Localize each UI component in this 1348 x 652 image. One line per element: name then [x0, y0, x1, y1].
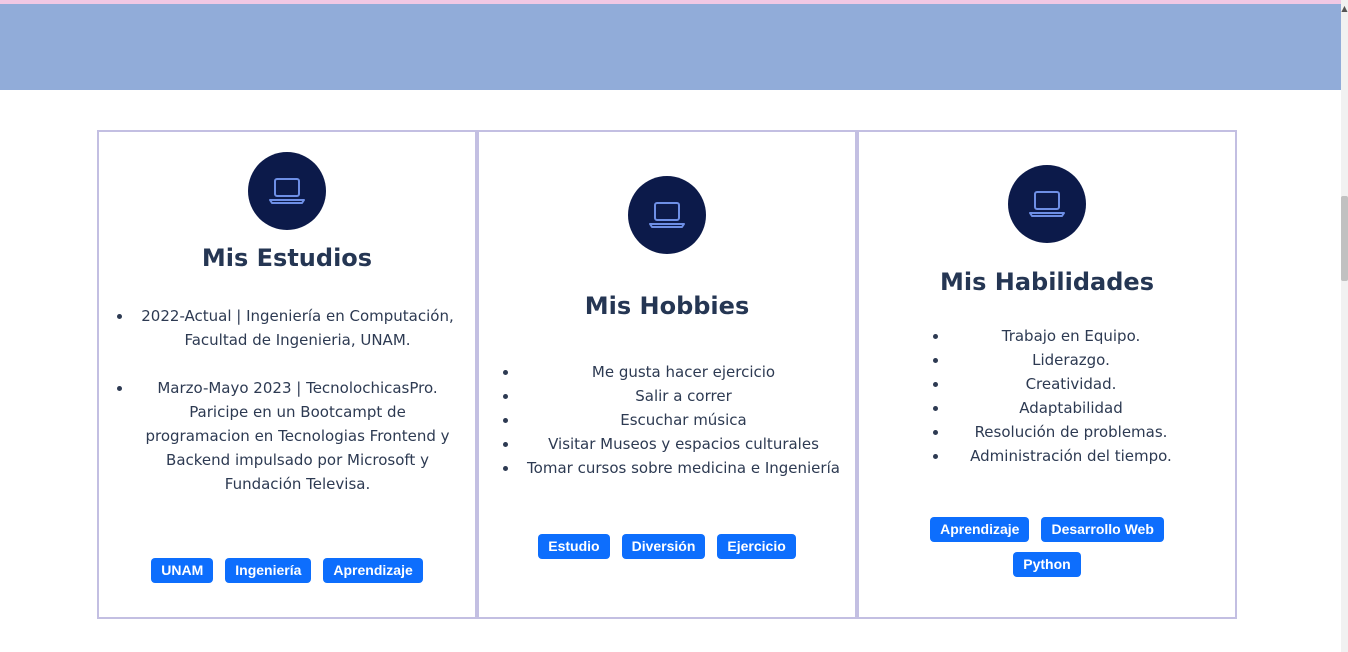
list-item: Marzo-Mayo 2023 | TecnolochicasPro. Pari…: [133, 376, 458, 496]
list-item: Trabajo en Equipo.: [949, 324, 1189, 348]
tag-badge[interactable]: UNAM: [151, 558, 214, 583]
tag-badge[interactable]: Desarrollo Web: [1041, 517, 1164, 542]
card-title: Mis Habilidades: [939, 268, 1154, 296]
list-item: Me gusta hacer ejercicio: [519, 360, 844, 384]
laptop-icon: [248, 152, 326, 230]
tag-badge[interactable]: Ingeniería: [225, 558, 312, 583]
list-item: Salir a correr: [519, 384, 844, 408]
list-item: Resolución de problemas.: [949, 420, 1189, 444]
tag-group: Aprendizaje Desarrollo Web Python: [859, 511, 1235, 581]
laptop-icon: [628, 176, 706, 254]
card-habilidades: Mis Habilidades Trabajo en Equipo. Lider…: [857, 130, 1237, 619]
header-banner: [0, 4, 1341, 90]
laptop-icon: [1008, 165, 1086, 243]
list-item: Tomar cursos sobre medicina e Ingeniería: [519, 456, 844, 480]
card-estudios: Mis Estudios 2022-Actual | Ingeniería en…: [97, 130, 477, 619]
tag-group: Estudio Diversión Ejercicio: [479, 534, 855, 559]
scroll-up-arrow-icon[interactable]: ▲: [1341, 4, 1348, 14]
tag-badge[interactable]: Diversión: [621, 534, 706, 559]
tag-group: UNAM Ingeniería Aprendizaje: [99, 558, 475, 583]
list-item: Adaptabilidad: [949, 396, 1189, 420]
tag-badge[interactable]: Aprendizaje: [930, 517, 1030, 542]
tag-badge[interactable]: Aprendizaje: [323, 558, 423, 583]
hobbies-list: Me gusta hacer ejercicio Salir a correr …: [519, 360, 844, 480]
studies-list: 2022-Actual | Ingeniería en Computación,…: [133, 304, 458, 496]
list-item: Creatividad.: [949, 372, 1189, 396]
tag-badge[interactable]: Estudio: [538, 534, 610, 559]
list-item: Escuchar música: [519, 408, 844, 432]
scrollbar-thumb[interactable]: [1341, 196, 1348, 281]
card-hobbies: Mis Hobbies Me gusta hacer ejercicio Sal…: [477, 130, 857, 619]
card-title: Mis Estudios: [201, 244, 373, 272]
card-title: Mis Hobbies: [584, 292, 750, 320]
vertical-scrollbar[interactable]: ▲: [1341, 0, 1348, 652]
list-item: Administración del tiempo.: [949, 444, 1189, 468]
list-item: Visitar Museos y espacios culturales: [519, 432, 844, 456]
list-item: 2022-Actual | Ingeniería en Computación,…: [133, 304, 458, 352]
skills-list: Trabajo en Equipo. Liderazgo. Creativida…: [949, 324, 1189, 468]
tag-badge[interactable]: Python: [1013, 552, 1081, 577]
tag-badge[interactable]: Ejercicio: [717, 534, 796, 559]
list-item: Liderazgo.: [949, 348, 1189, 372]
